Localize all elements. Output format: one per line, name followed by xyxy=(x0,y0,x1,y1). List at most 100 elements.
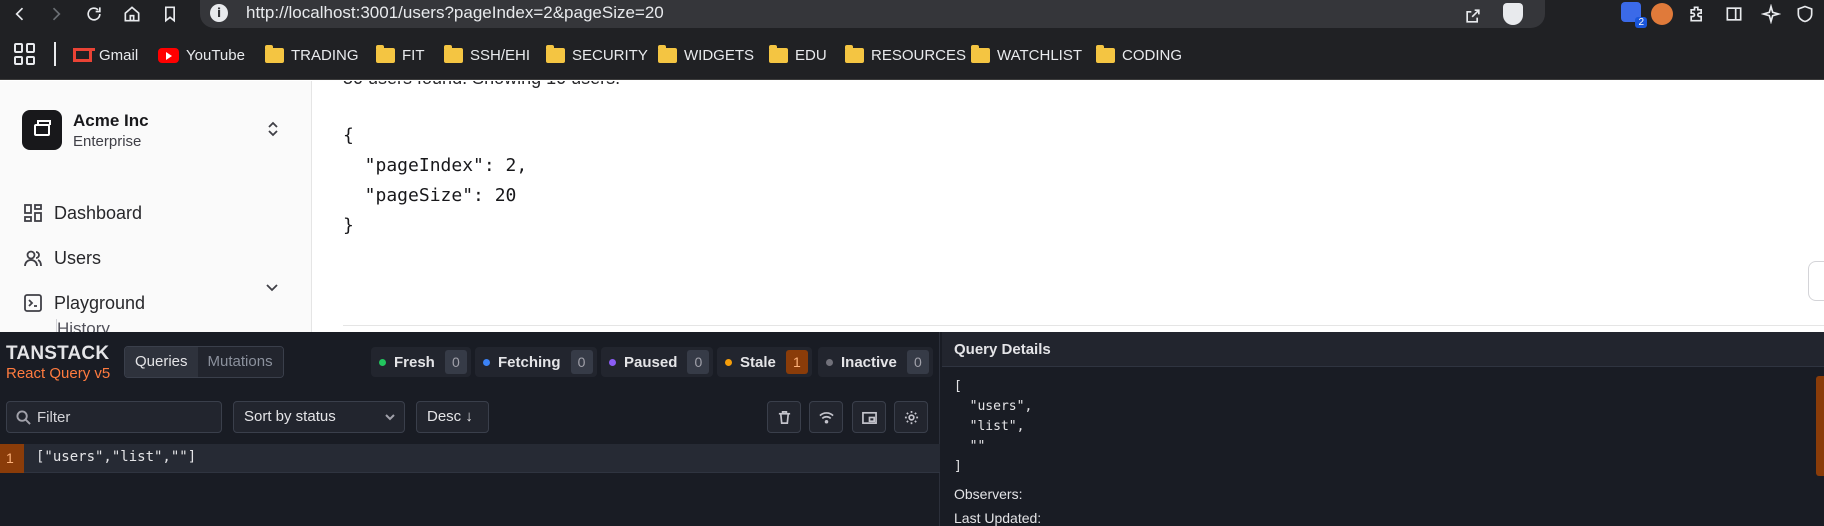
bookmark-youtube[interactable]: YouTube xyxy=(158,44,245,66)
main-content: 50 users found. Showing 10 users. { "pag… xyxy=(313,81,1824,332)
url-text[interactable]: http://localhost:3001/users?pageIndex=2&… xyxy=(246,3,664,23)
table-top-border xyxy=(343,325,1824,326)
bookmark-label: TRADING xyxy=(291,46,359,64)
status-label: Inactive xyxy=(841,353,897,371)
query-details-panel: Query Details [ "users", "list", "" ] Ob… xyxy=(942,332,1824,526)
bookmark-label: FIT xyxy=(402,46,425,64)
status-count: 0 xyxy=(444,350,467,374)
status-dot-icon xyxy=(826,358,833,366)
bookmark-folder-ssh-ehi[interactable]: SSH/EHI xyxy=(444,44,530,66)
bookmark-label: Gmail xyxy=(99,46,139,64)
mock-offline-button[interactable] xyxy=(809,401,843,433)
sort-select[interactable]: Sort by status xyxy=(233,401,405,433)
sort-select-value: Sort by status xyxy=(244,408,336,425)
folder-icon xyxy=(546,44,565,63)
folder-icon xyxy=(444,44,463,63)
back-icon[interactable] xyxy=(8,2,32,26)
query-details-header: Query Details xyxy=(942,332,1824,367)
query-details-title: Query Details xyxy=(954,341,1051,358)
picture-in-picture-button[interactable] xyxy=(852,401,886,433)
query-status-indicator xyxy=(1816,376,1824,476)
home-icon[interactable] xyxy=(120,2,144,26)
bookmark-folder-resources[interactable]: RESOURCES xyxy=(845,44,966,66)
dashboard-icon xyxy=(24,204,42,222)
leo-ai-icon[interactable] xyxy=(1759,2,1783,26)
chevron-down-icon[interactable] xyxy=(264,280,280,296)
query-row[interactable]: 1 ["users","list",""] xyxy=(0,444,940,473)
extensions-puzzle-icon[interactable] xyxy=(1685,2,1709,26)
sidebar-item-dashboard[interactable]: Dashboard xyxy=(24,201,142,225)
sidebar-toggle-icon[interactable] xyxy=(1722,2,1746,26)
status-paused[interactable]: Paused 0 xyxy=(601,347,714,377)
bookmark-label: CODING xyxy=(1122,46,1182,64)
sort-order-button[interactable]: Desc ↓ xyxy=(416,401,489,433)
status-count: 0 xyxy=(570,350,593,374)
status-inactive[interactable]: Inactive 0 xyxy=(818,347,933,377)
clear-cache-button[interactable] xyxy=(767,401,801,433)
youtube-icon xyxy=(158,47,179,63)
status-fetching[interactable]: Fetching 0 xyxy=(475,347,597,377)
bookmark-folder-fit[interactable]: FIT xyxy=(376,44,425,66)
status-dot-icon xyxy=(725,358,732,366)
status-dot-icon xyxy=(609,358,616,366)
team-name[interactable]: Acme Inc xyxy=(73,111,149,131)
observers-label: Observers: xyxy=(954,486,1023,502)
cookie-extension-icon[interactable] xyxy=(1651,3,1673,25)
bookmark-folder-security[interactable]: SECURITY xyxy=(546,44,648,66)
sidebar-item-label: Dashboard xyxy=(54,202,143,223)
team-switcher-chevrons-icon[interactable] xyxy=(266,119,280,139)
bookmark-folder-trading[interactable]: TRADING xyxy=(265,44,359,66)
bookmark-folder-watchlist[interactable]: WATCHLIST xyxy=(971,44,1082,66)
apps-grid-icon[interactable] xyxy=(14,43,36,65)
devtools-queries-panel: TANSTACK React Query v5 Queries Mutation… xyxy=(0,332,940,526)
devtools-view-toggle: Queries Mutations xyxy=(124,346,284,378)
sidebar-item-playground[interactable]: Playground xyxy=(24,291,145,315)
bitwarden-extension-icon[interactable]: 2 xyxy=(1621,2,1647,28)
folder-icon xyxy=(658,44,677,63)
trash-icon xyxy=(778,410,790,424)
status-count: 0 xyxy=(906,350,929,374)
status-fresh[interactable]: Fresh 0 xyxy=(371,347,471,377)
devtools-settings-button[interactable] xyxy=(894,401,928,433)
bookmark-gmail[interactable]: Gmail xyxy=(73,44,138,66)
tab-queries[interactable]: Queries xyxy=(125,347,198,377)
users-icon xyxy=(24,250,42,267)
vpn-shield-icon[interactable] xyxy=(1793,2,1817,26)
tab-mutations[interactable]: Mutations xyxy=(197,347,283,377)
forward-icon[interactable] xyxy=(44,2,68,26)
sidebar-item-users[interactable]: Users xyxy=(24,246,101,270)
team-logo-icon[interactable] xyxy=(22,110,62,150)
status-stale[interactable]: Stale 1 xyxy=(717,347,812,377)
bookmark-icon[interactable] xyxy=(158,2,182,26)
devtools-brand-title[interactable]: TANSTACK xyxy=(6,343,109,365)
bookmark-folder-widgets[interactable]: WIDGETS xyxy=(658,44,754,66)
site-info-icon[interactable]: i xyxy=(210,4,228,22)
brave-shields-icon[interactable] xyxy=(1503,3,1523,25)
filter-input[interactable] xyxy=(37,402,217,432)
folder-icon xyxy=(265,44,284,63)
query-details-key: [ "users", "list", "" ] xyxy=(954,379,1033,474)
query-observer-count: 1 xyxy=(0,444,24,473)
sidebar-subitem-history[interactable]: History xyxy=(56,319,110,332)
address-bar[interactable]: i http://localhost:3001/users?pageIndex=… xyxy=(200,0,1545,28)
bookmark-label: SSH/EHI xyxy=(470,46,531,64)
devtools-brand-subtitle: React Query v5 xyxy=(6,365,111,382)
status-count: 1 xyxy=(785,350,808,374)
bookmark-label: EDU xyxy=(795,46,827,64)
status-dot-icon xyxy=(483,358,490,366)
status-label: Fresh xyxy=(394,353,435,371)
reload-icon[interactable] xyxy=(82,2,106,26)
bookmark-label: SECURITY xyxy=(572,46,648,64)
bookmark-label: WATCHLIST xyxy=(997,46,1082,64)
status-label: Stale xyxy=(740,353,776,371)
share-icon[interactable] xyxy=(1461,4,1485,28)
chevron-down-icon xyxy=(385,414,395,421)
bookmarks-separator xyxy=(54,42,56,66)
browser-toolbar: i http://localhost:3001/users?pageIndex=… xyxy=(0,0,1824,28)
bookmarks-bar: Gmail YouTube TRADING FIT SSH/EHI SECURI… xyxy=(0,28,1824,80)
bookmark-folder-coding[interactable]: CODING xyxy=(1096,44,1182,66)
bookmark-folder-edu[interactable]: EDU xyxy=(769,44,827,66)
floating-edge-button[interactable] xyxy=(1808,261,1824,301)
sidebar-item-label: Playground xyxy=(54,292,146,313)
wifi-icon xyxy=(818,411,834,423)
